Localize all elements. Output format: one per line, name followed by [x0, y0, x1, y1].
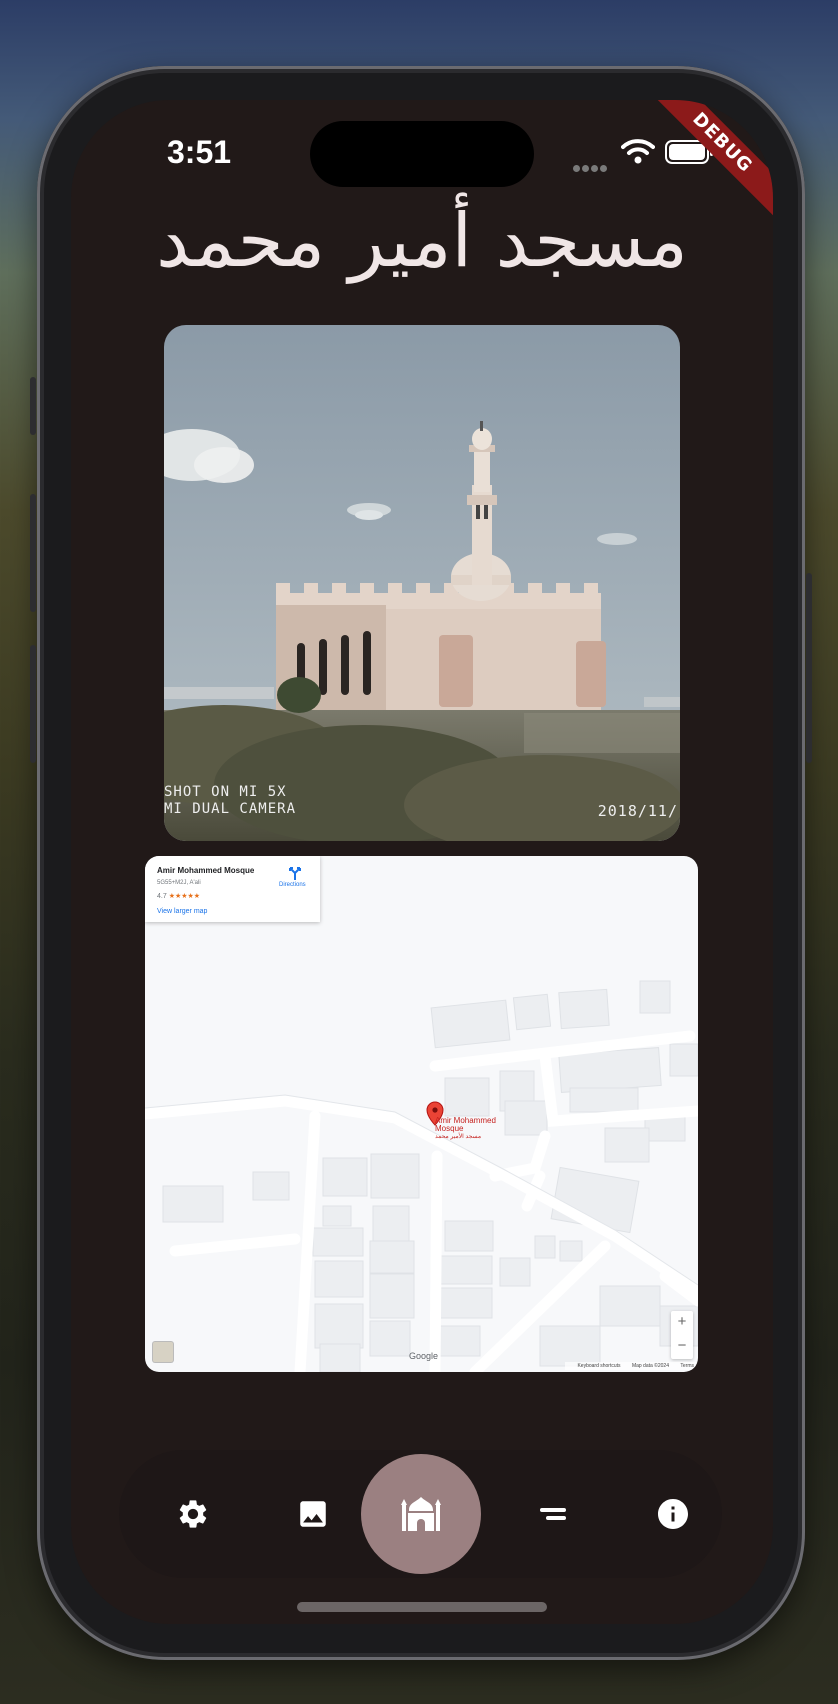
- terms-link[interactable]: Terms: [680, 1363, 694, 1369]
- mosque-icon: [401, 1497, 441, 1531]
- mosque-photo[interactable]: SHOT ON MI 5X MI DUAL CAMERA 2018/11/: [164, 325, 680, 841]
- volume-up-button: [30, 494, 36, 612]
- nav-mosque[interactable]: [361, 1454, 481, 1574]
- photo-caption-line2: MI DUAL CAMERA: [164, 801, 297, 817]
- cellular-signal-icon: [573, 157, 609, 176]
- map-pin-label: Amir Mohammed Mosque مسجد الأمير محمد: [435, 1117, 496, 1141]
- gear-icon: [179, 1500, 207, 1528]
- nav-info[interactable]: [649, 1490, 697, 1538]
- info-icon: [658, 1499, 688, 1529]
- map-footer: Keyboard shortcuts Map data ©2024 Terms: [565, 1362, 696, 1370]
- place-plus-code: 5G55+M2J, A'ali: [157, 880, 201, 886]
- map-data-attribution: Map data ©2024: [631, 1363, 669, 1369]
- zoom-out-button[interactable]: −: [671, 1335, 693, 1359]
- photo-caption-line1: SHOT ON MI 5X: [164, 784, 287, 800]
- nav-settings[interactable]: [169, 1490, 217, 1538]
- google-logo: Google: [409, 1351, 439, 1361]
- map-canvas[interactable]: [145, 856, 698, 1372]
- photo-date-stamp: 2018/11/: [597, 802, 678, 820]
- home-indicator[interactable]: [297, 1602, 547, 1612]
- nav-gallery[interactable]: [289, 1490, 337, 1538]
- map-pin-label-arabic: مسجد الأمير محمد: [435, 1134, 482, 1140]
- photo-caption-camera: SHOT ON MI 5X MI DUAL CAMERA: [164, 784, 296, 818]
- power-button: [806, 573, 812, 763]
- volume-down-button: [30, 645, 36, 763]
- mosque-photo-image: [164, 325, 680, 841]
- wifi-icon: [621, 139, 655, 164]
- map-embed[interactable]: Amir Mohammed Mosque مسجد الأمير محمد Am…: [145, 856, 698, 1372]
- action-button: [30, 377, 36, 435]
- nav-list[interactable]: [529, 1490, 577, 1538]
- app-screen: 3:51 DEBUG مسجد أمير محمد SHOT ON MI 5X …: [71, 100, 773, 1624]
- map-layer-thumbnail[interactable]: [153, 1342, 173, 1362]
- rating-value: 4.7: [157, 893, 167, 900]
- image-icon: [300, 1501, 326, 1527]
- status-time: 3:51: [167, 134, 232, 170]
- rating-stars-icon: ★★★★★: [168, 893, 201, 900]
- dynamic-island: [310, 121, 534, 187]
- map-zoom-control: + −: [671, 1311, 693, 1359]
- directions-label[interactable]: Directions: [279, 882, 306, 888]
- zoom-in-button[interactable]: +: [671, 1311, 693, 1335]
- list-icon: [540, 1508, 566, 1520]
- directions-icon[interactable]: [288, 866, 302, 880]
- place-name: Amir Mohammed Mosque: [157, 866, 255, 875]
- page-title: مسجد أمير محمد: [156, 198, 688, 284]
- place-rating: 4.7 ★★★★★: [157, 892, 200, 900]
- map-pin-label-name-cont: Mosque: [435, 1124, 464, 1133]
- keyboard-shortcuts-link[interactable]: Keyboard shortcuts: [577, 1363, 620, 1369]
- view-larger-map-link[interactable]: View larger map: [157, 908, 207, 915]
- map-info-card: Amir Mohammed Mosque 5G55+M2J, A'ali 4.7…: [145, 856, 320, 922]
